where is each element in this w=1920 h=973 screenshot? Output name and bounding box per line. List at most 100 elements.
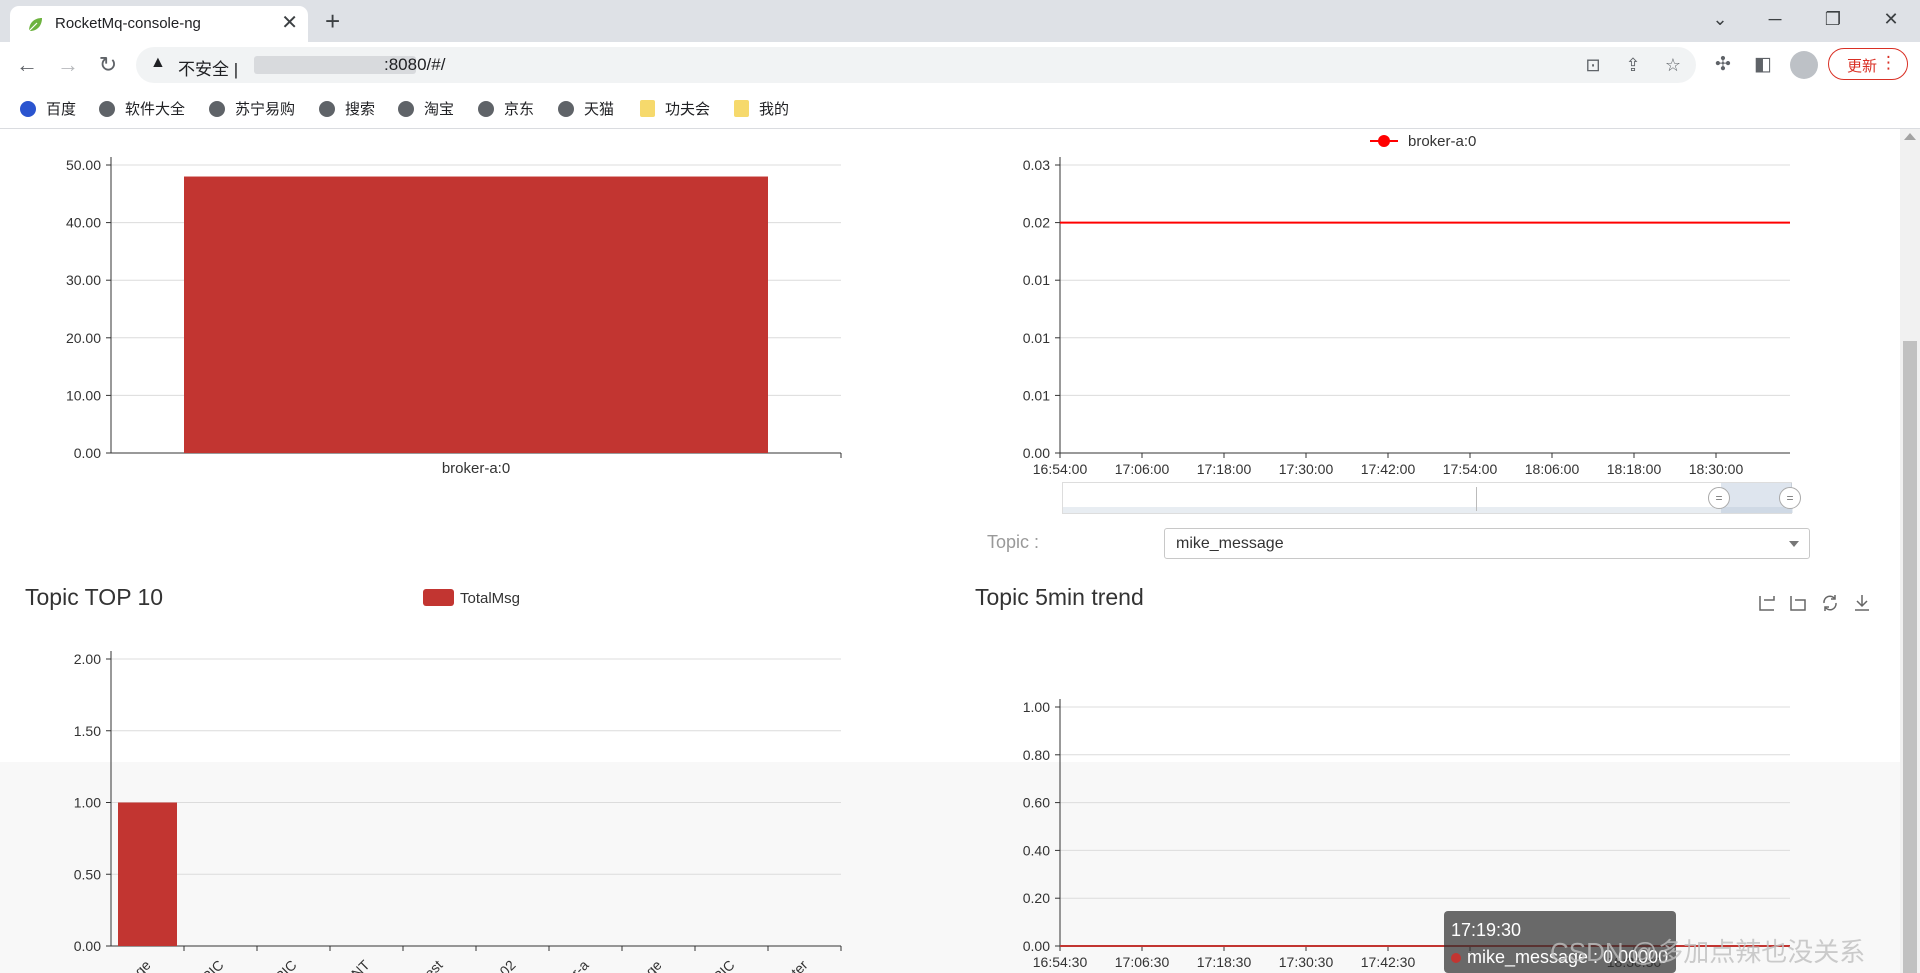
restore-icon[interactable] — [1819, 592, 1841, 614]
tab-title: RocketMq-console-ng — [55, 15, 201, 32]
slider-handle-left[interactable]: = — [1708, 487, 1730, 509]
chart4-xtick-label: 17:18:30 — [1197, 954, 1252, 970]
chart4-ytick-label: 0.00 — [1023, 938, 1050, 954]
bookmark-tmall[interactable]: 天猫 — [558, 98, 614, 119]
extensions-icon[interactable]: ✣ — [1710, 51, 1736, 79]
topic-label: Topic : — [987, 532, 1040, 552]
globe-icon — [209, 101, 225, 117]
browser-toolbar: ← → ↻ ▲ 不安全 | :8080/#/ ⊡ ⇪ ☆ ✣ ◧ 更新 ⋮ — [0, 42, 1920, 88]
scroll-up-arrow-icon[interactable] — [1904, 133, 1916, 140]
chart4-ytick-label: 0.40 — [1023, 842, 1050, 858]
chart2-xtick-label: 17:18:00 — [1197, 461, 1252, 477]
bookmark-mine[interactable]: 我的 — [734, 98, 789, 119]
bookmark-taobao[interactable]: 淘宝 — [398, 98, 454, 119]
chart1-ytick-label: 50.00 — [66, 157, 101, 173]
chart2-xtick-label: 17:42:00 — [1361, 461, 1416, 477]
translate-icon[interactable]: ⊡ — [1581, 55, 1605, 76]
chart1-bar — [184, 176, 768, 453]
trend-title: Topic 5min trend — [975, 584, 1144, 610]
tab-close-icon[interactable]: ✕ — [281, 11, 298, 35]
chart1-ytick-label: 40.00 — [66, 215, 101, 231]
star-icon[interactable]: ☆ — [1661, 55, 1685, 76]
vertical-scrollbar[interactable] — [1900, 129, 1920, 973]
profile-avatar[interactable] — [1790, 51, 1818, 79]
top10-legend[interactable]: TotalMsg — [423, 589, 520, 607]
chart1-xtick-label: broker-a:0 — [442, 460, 510, 477]
chart3-xtick-label: r-a — [568, 957, 592, 973]
chart2-ytick-label: 0.00 — [1023, 445, 1050, 461]
forward-button[interactable]: → — [54, 51, 82, 79]
slider-handle-right[interactable]: = — [1779, 487, 1801, 509]
bookmark-search[interactable]: 搜索 — [319, 98, 375, 119]
reload-button[interactable]: ↻ — [94, 51, 122, 79]
folder-icon — [734, 100, 749, 117]
baidu-icon — [20, 101, 36, 117]
chart2-xtick-label: 18:06:00 — [1525, 461, 1580, 477]
series-dot — [1451, 953, 1461, 963]
chart2-ytick-label: 0.01 — [1023, 387, 1050, 403]
top10-title: Topic TOP 10 — [25, 584, 164, 610]
bookmark-suning[interactable]: 苏宁易购 — [209, 98, 295, 119]
chart2-ytick-label: 0.01 — [1023, 272, 1050, 288]
chart3-ytick-label: 1.50 — [74, 723, 101, 739]
side-panel-icon[interactable]: ◧ — [1750, 51, 1776, 79]
broker-trend-line-chart: 0.00 0.01 0.01 0.01 0.02 0.03 16:54:00 17:06:00… — [1023, 133, 1790, 477]
chart2-ytick-label: 0.01 — [1023, 330, 1050, 346]
url-text[interactable]: :8080/#/ — [384, 55, 445, 75]
chart1-ytick-label: 20.00 — [66, 330, 101, 346]
topic-select[interactable]: mike_message — [1164, 528, 1810, 559]
data-zoom-slider[interactable]: = = — [1062, 482, 1801, 514]
chart3-xtick-label: NT — [348, 956, 373, 973]
bookmark-gongfuhui[interactable]: 功夫会 — [640, 98, 710, 119]
globe-icon — [319, 101, 335, 117]
close-window-button[interactable]: ✕ — [1876, 6, 1906, 32]
bookmark-software[interactable]: 软件大全 — [99, 98, 185, 119]
zoom-icon[interactable] — [1756, 592, 1778, 614]
address-bar[interactable]: ▲ 不安全 | :8080/#/ ⊡ ⇪ ☆ — [136, 47, 1696, 83]
chevron-down-icon[interactable]: ⌄ — [1705, 6, 1735, 32]
chart2-xtick-label: 17:30:00 — [1279, 461, 1334, 477]
download-icon[interactable] — [1851, 592, 1873, 614]
chart2-xtick-label: 16:54:00 — [1033, 461, 1088, 477]
warning-icon[interactable]: ▲ — [150, 54, 166, 72]
chart2-ytick-label: 0.02 — [1023, 215, 1050, 231]
spring-leaf-icon — [28, 18, 42, 32]
scrollbar-thumb[interactable] — [1903, 341, 1917, 973]
chart1-ytick-label: 0.00 — [74, 445, 101, 461]
bookmark-baidu[interactable]: 百度 — [20, 98, 76, 119]
chart2-legend-marker — [1378, 135, 1390, 147]
chart2-legend-label: broker-a:0 — [1408, 133, 1476, 150]
restore-button[interactable]: ❐ — [1818, 6, 1848, 32]
security-label[interactable]: 不安全 | — [178, 55, 238, 80]
browser-tab[interactable]: RocketMq-console-ng ✕ — [10, 6, 308, 42]
watermark: CSDN @多加点辣也没关系 — [1550, 937, 1866, 967]
chart3-xtick-label: ge — [642, 957, 664, 973]
chart3-xtick-label: 02 — [496, 957, 518, 973]
chart4-xtick-label: 17:42:30 — [1361, 954, 1416, 970]
update-button[interactable]: 更新 ⋮ — [1828, 48, 1908, 80]
zoom-reset-icon[interactable] — [1787, 592, 1809, 614]
topic-top10-bar-chart: 0.00 0.50 1.00 1.50 2.00 ge PIC PIC NT est 02 r-a ge… — [74, 651, 842, 973]
bookmark-jd[interactable]: 京东 — [478, 98, 534, 119]
data-zoom-fill — [1063, 507, 1793, 513]
chart2-ytick-label: 0.03 — [1023, 157, 1050, 173]
chart2-xtick-label: 17:06:00 — [1115, 461, 1170, 477]
chart3-ytick-label: 1.00 — [74, 795, 101, 811]
minimize-button[interactable]: ─ — [1760, 6, 1790, 32]
chart4-ytick-label: 0.80 — [1023, 747, 1050, 763]
chart3-ytick-label: 0.00 — [74, 938, 101, 954]
chart3-bar — [118, 802, 177, 946]
chart2-xtick-label: 18:18:00 — [1607, 461, 1662, 477]
back-button[interactable]: ← — [13, 51, 41, 79]
broker-tps-bar-chart: 0.00 10.00 20.00 30.00 40.00 50.00 broker-a:0 — [66, 157, 842, 477]
chart3-ytick-label: 2.00 — [74, 651, 101, 667]
globe-icon — [478, 101, 494, 117]
globe-icon — [558, 101, 574, 117]
chart1-ytick-label: 10.00 — [66, 387, 101, 403]
chart3-ytick-label: 0.50 — [74, 866, 101, 882]
new-tab-button[interactable]: + — [325, 6, 340, 36]
update-label: 更新 — [1847, 58, 1878, 75]
share-icon[interactable]: ⇪ — [1621, 55, 1645, 76]
folder-icon — [640, 100, 655, 117]
data-zoom-spike — [1476, 487, 1477, 511]
